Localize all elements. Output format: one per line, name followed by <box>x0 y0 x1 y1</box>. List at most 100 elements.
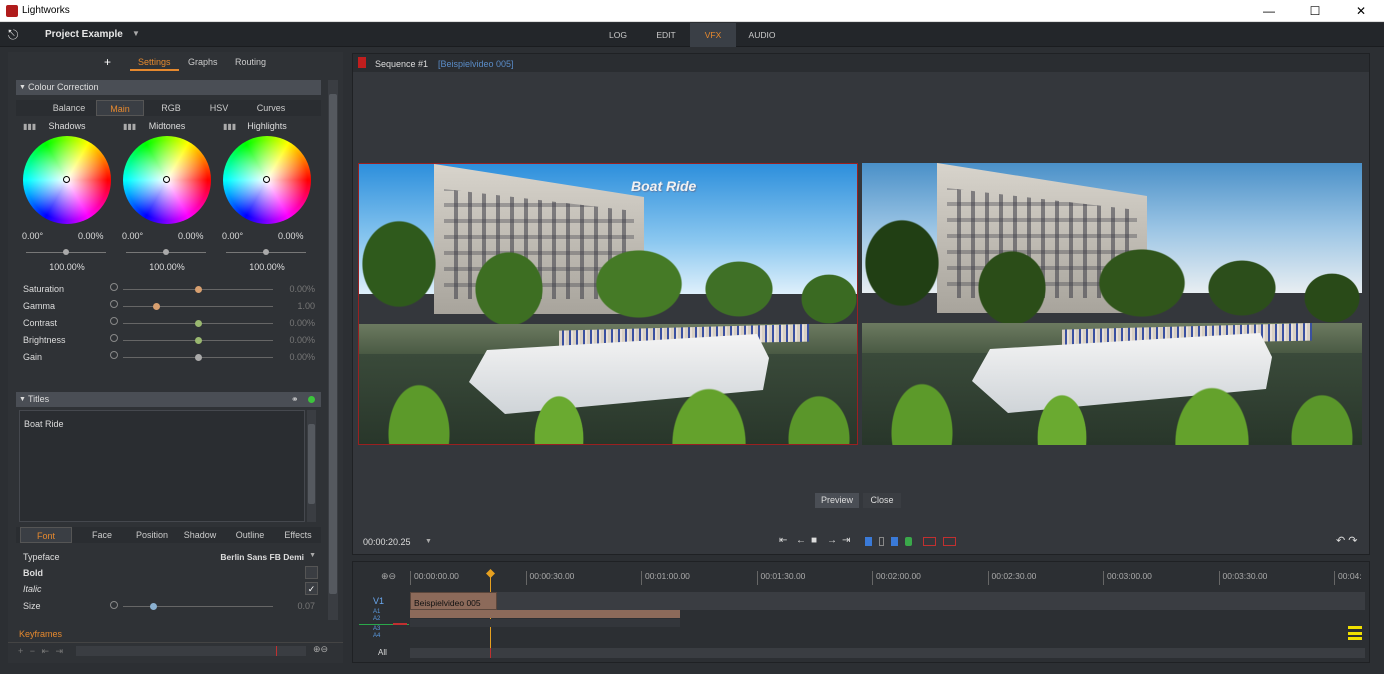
step-back-button[interactable]: ← <box>796 535 806 546</box>
source-frame[interactable] <box>862 163 1362 445</box>
maximize-button[interactable]: ☐ <box>1292 0 1338 22</box>
slider-knob[interactable] <box>195 337 202 344</box>
enabled-indicator-icon[interactable] <box>308 396 315 403</box>
level-slider-knob[interactable] <box>163 249 169 255</box>
level-slider-knob[interactable] <box>63 249 69 255</box>
exit-icon[interactable]: ⎋ <box>8 27 26 43</box>
slider-track[interactable] <box>123 306 273 307</box>
tab-edit[interactable]: EDIT <box>645 23 687 47</box>
zoom-icons[interactable]: ⊕⊖ <box>381 571 396 582</box>
subtab-outline[interactable]: Outline <box>226 527 274 543</box>
preview-frame[interactable]: Boat Ride <box>358 163 858 445</box>
level-slider-knob[interactable] <box>263 249 269 255</box>
scrollbar-thumb[interactable] <box>329 94 337 594</box>
collapse-icon[interactable]: ▼ <box>19 392 26 407</box>
audio-track-label[interactable]: A3 <box>373 626 380 632</box>
wheel-handle[interactable] <box>163 176 170 183</box>
audio-track[interactable] <box>410 619 680 627</box>
mark-in-icon[interactable] <box>865 537 872 546</box>
bold-row[interactable]: Bold <box>23 566 318 580</box>
highlights-color-wheel[interactable] <box>223 136 311 224</box>
reset-icon[interactable] <box>110 283 118 291</box>
reset-icon[interactable] <box>110 300 118 308</box>
chevron-down-icon[interactable]: ▼ <box>425 538 432 545</box>
audio-track-label[interactable]: A2 <box>373 616 380 622</box>
insert-icon[interactable] <box>923 537 936 546</box>
all-tracks-label[interactable]: All <box>378 648 387 657</box>
add-effect-button[interactable]: + <box>104 55 111 69</box>
subtab-curves[interactable]: Curves <box>246 100 296 116</box>
close-button[interactable]: Close <box>863 493 901 508</box>
subtab-font[interactable]: Font <box>20 527 72 543</box>
undo-redo-icons[interactable]: ↶ ↷ <box>1336 534 1358 547</box>
subtab-hsv[interactable]: HSV <box>199 100 239 116</box>
overview-bar[interactable] <box>410 648 1365 658</box>
reset-icon[interactable] <box>110 317 118 325</box>
go-to-start-button[interactable]: ⇤ <box>779 535 787 546</box>
close-window-button[interactable]: ✕ <box>1338 0 1384 22</box>
keyframe-controls[interactable]: + − ⇤ ⇥ <box>18 646 65 657</box>
video-track-label[interactable]: V1 <box>373 596 384 606</box>
tab-routing[interactable]: Routing <box>235 57 266 67</box>
slider-knob[interactable] <box>195 286 202 293</box>
minimize-button[interactable]: — <box>1246 0 1292 22</box>
time-ruler[interactable]: 00:00:00.00 00:00:30.00 00:01:00.00 00:01:3… <box>410 566 1368 585</box>
wheel-handle[interactable] <box>63 176 70 183</box>
text-scrollbar[interactable] <box>307 410 316 522</box>
subtab-shadow[interactable]: Shadow <box>176 527 224 543</box>
typeface-row[interactable]: Typeface Berlin Sans FB Demi ▼ <box>23 550 318 564</box>
size-slider-track[interactable] <box>123 606 273 607</box>
panel-scrollbar[interactable] <box>328 80 338 620</box>
italic-checkbox[interactable]: ✓ <box>305 582 318 595</box>
tab-graphs[interactable]: Graphs <box>188 57 218 67</box>
slider-knob[interactable] <box>153 303 160 310</box>
slider-knob[interactable] <box>195 354 202 361</box>
subtab-face[interactable]: Face <box>78 527 126 543</box>
tab-vfx[interactable]: VFX <box>690 23 736 47</box>
tab-audio[interactable]: AUDIO <box>740 23 784 47</box>
reset-icon[interactable] <box>110 334 118 342</box>
subtab-balance[interactable]: Balance <box>44 100 94 116</box>
subtab-main[interactable]: Main <box>96 100 144 116</box>
scrollbar-thumb[interactable] <box>308 424 315 504</box>
titles-header[interactable]: ▼ Titles ⚭ <box>16 392 321 407</box>
reset-icon[interactable] <box>110 351 118 359</box>
timeline-options-icon[interactable] <box>1348 626 1362 640</box>
mark-clear-icon[interactable] <box>879 537 884 546</box>
title-overlay-text[interactable]: Boat Ride <box>631 178 696 194</box>
size-slider-knob[interactable] <box>150 603 157 610</box>
colour-correction-header[interactable]: ▼ Colour Correction <box>16 80 321 95</box>
chevron-down-icon[interactable]: ▼ <box>309 552 316 559</box>
subtab-rgb[interactable]: RGB <box>151 100 191 116</box>
video-clip[interactable]: Beispielvideo 005 <box>410 592 497 610</box>
go-to-end-button[interactable]: ⇥ <box>842 535 850 546</box>
italic-row[interactable]: Italic ✓ <box>23 582 318 596</box>
audio-track-label[interactable]: A1 <box>373 609 380 615</box>
slider-knob[interactable] <box>195 320 202 327</box>
typeface-value[interactable]: Berlin Sans FB Demi <box>220 552 304 562</box>
project-title[interactable]: Project Example <box>45 29 123 40</box>
tab-log[interactable]: LOG <box>598 23 638 47</box>
keyframes-label[interactable]: Keyframes <box>19 629 62 639</box>
video-track[interactable]: Beispielvideo 005 <box>410 592 1365 610</box>
timecode-display[interactable]: 00:00:20.25 <box>363 537 411 547</box>
title-text-area[interactable]: Boat Ride <box>19 410 305 522</box>
subtab-position[interactable]: Position <box>128 527 176 543</box>
collapse-icon[interactable]: ▼ <box>19 80 26 95</box>
chevron-down-icon[interactable]: ▼ <box>132 29 140 38</box>
audio-track-label[interactable]: A4 <box>373 633 380 639</box>
zoom-icons[interactable]: ⊕⊖ <box>313 644 328 655</box>
step-forward-button[interactable]: → <box>827 535 837 546</box>
midtones-color-wheel[interactable] <box>123 136 211 224</box>
tab-settings[interactable]: Settings <box>130 57 179 71</box>
stop-button[interactable]: ■ <box>811 535 817 546</box>
shadows-color-wheel[interactable] <box>23 136 111 224</box>
subtab-effects[interactable]: Effects <box>274 527 322 543</box>
record-icon[interactable] <box>905 537 912 546</box>
preview-button[interactable]: Preview <box>815 493 859 508</box>
mark-out-icon[interactable] <box>891 537 898 546</box>
replace-icon[interactable] <box>943 537 956 546</box>
audio-clip[interactable] <box>410 610 680 618</box>
bold-checkbox[interactable] <box>305 566 318 579</box>
reset-icon[interactable] <box>110 601 118 609</box>
